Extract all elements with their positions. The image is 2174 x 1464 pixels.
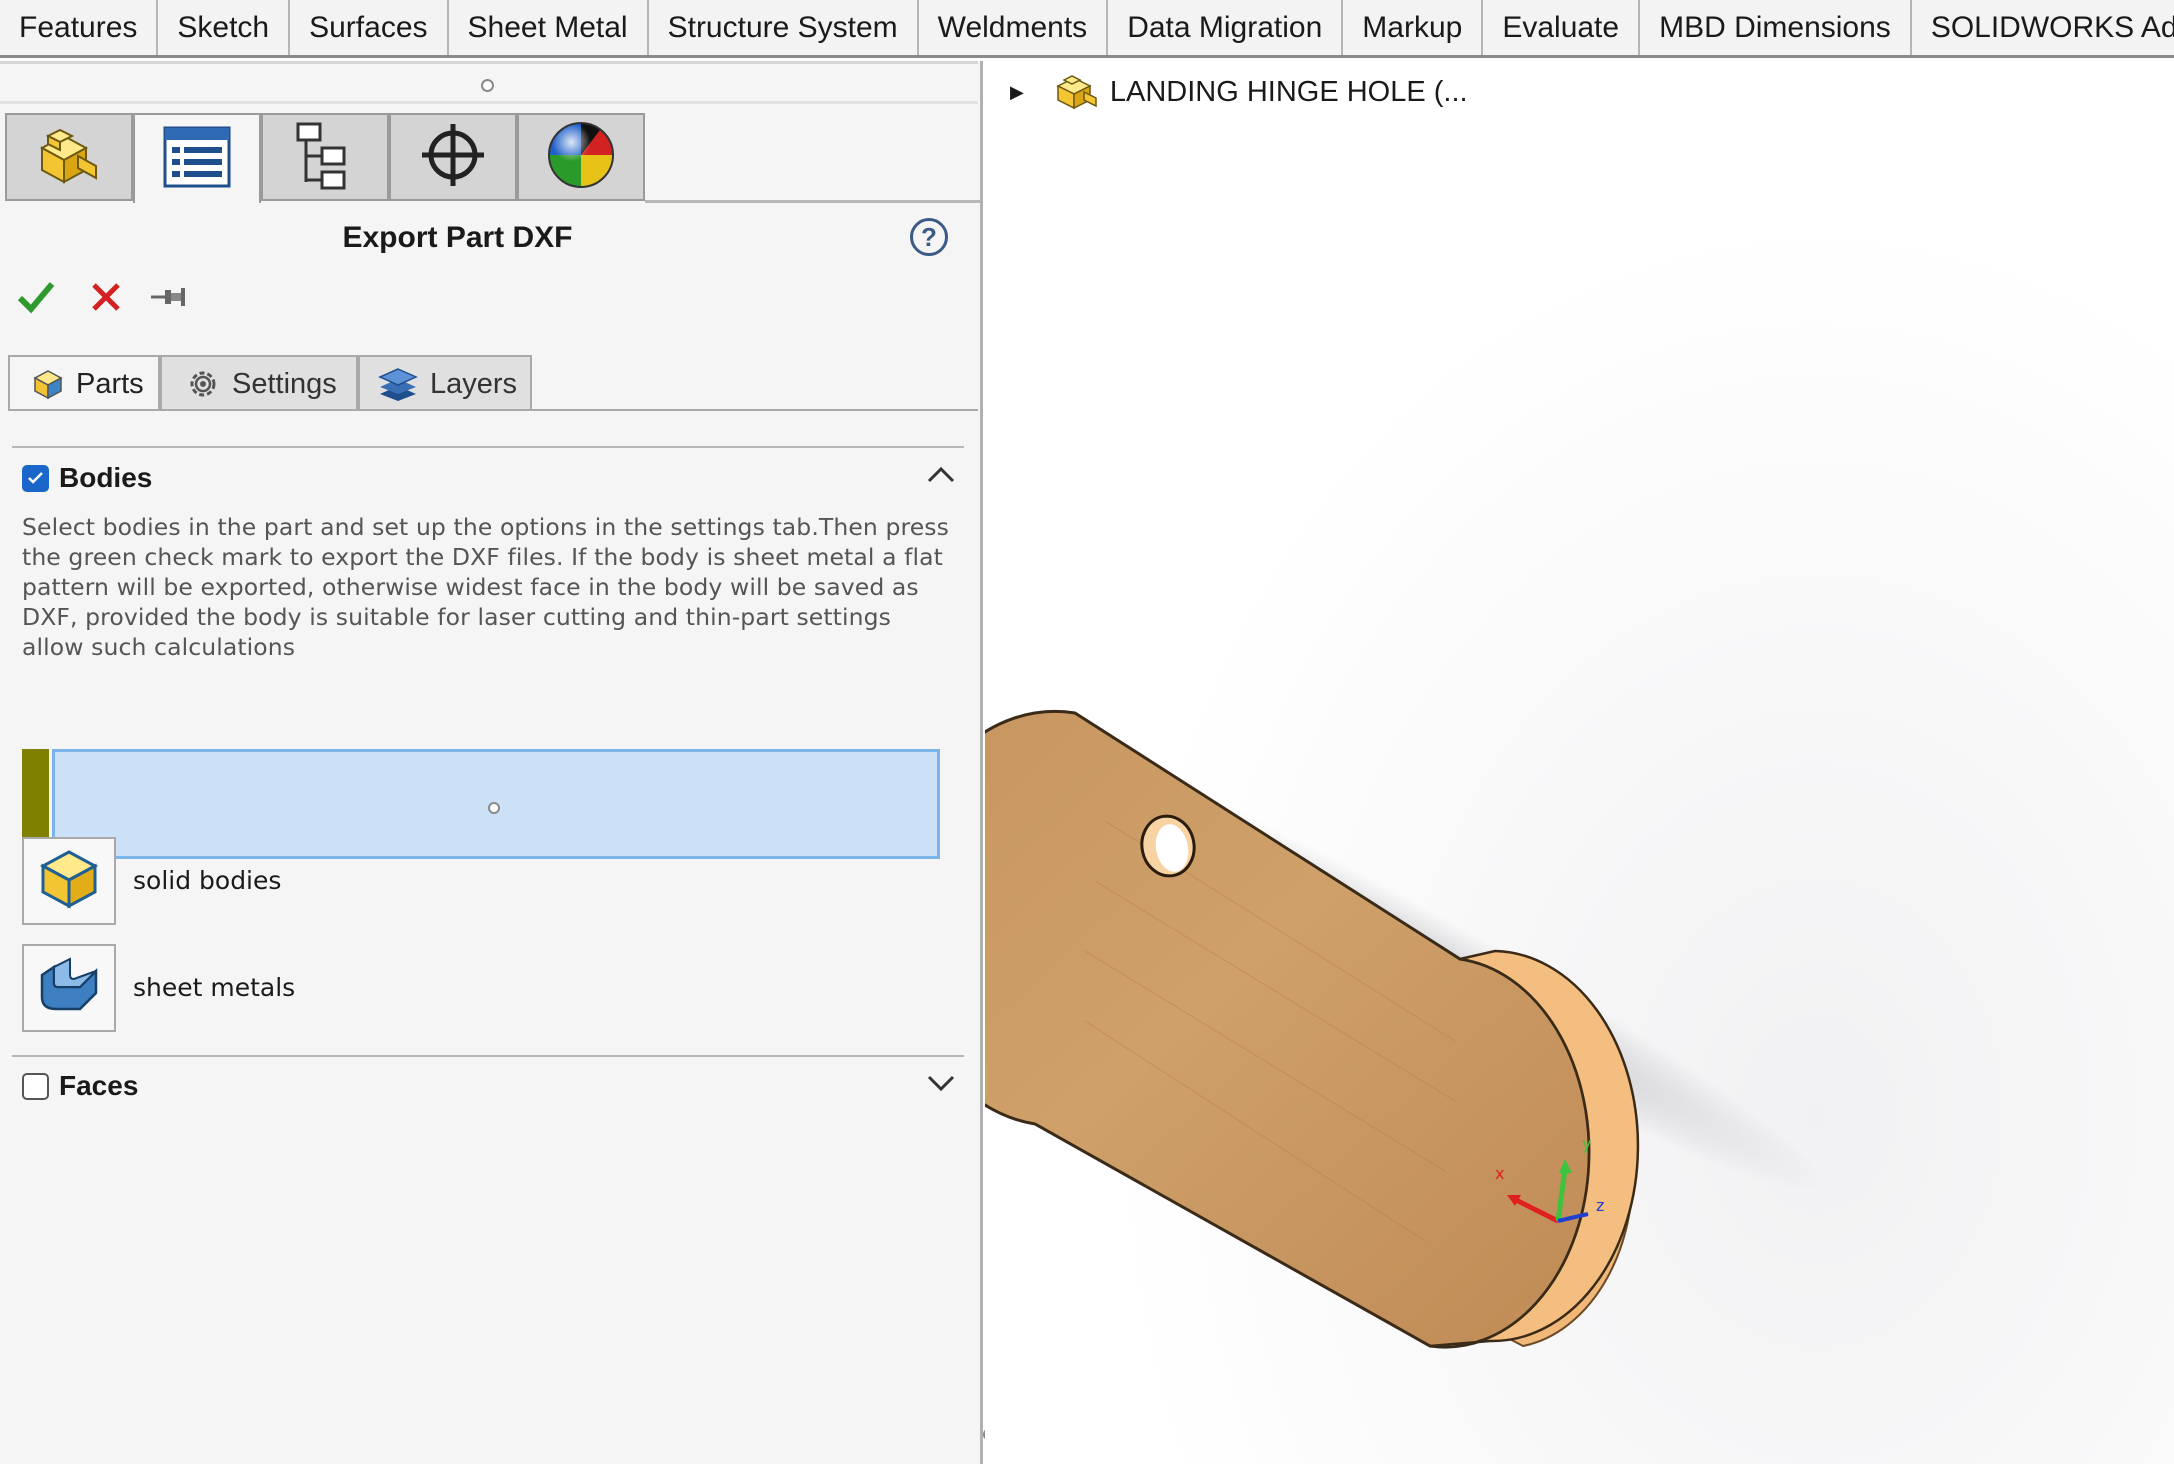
ok-button[interactable] [16,279,56,319]
pin-button[interactable] [148,279,188,319]
propertymanager-tab[interactable] [133,113,261,203]
part-icon [32,368,64,400]
panel-splitter-handle[interactable] [481,79,494,92]
tab-layers[interactable]: Layers [358,355,532,411]
faces-label: Faces [59,1070,139,1101]
panel-divider[interactable] [980,61,983,1464]
configurationmanager-tab[interactable] [261,113,389,201]
tab-settings-label: Settings [232,367,337,400]
chevron-up-icon [926,466,956,488]
gear-icon [186,367,220,401]
tab-data-migration[interactable]: Data Migration [1108,0,1344,55]
solid-bodies-label: solid bodies [133,866,282,895]
bodies-description: Select bodies in the part and set up the… [22,513,949,661]
selection-box-resize-handle[interactable] [488,802,500,814]
tab-weldments[interactable]: Weldments [918,0,1109,55]
tab-parts[interactable]: Parts [8,355,160,411]
expand-faces-button[interactable] [926,1074,956,1099]
sheet-metals-label: sheet metals [133,973,296,1002]
dimxpertmanager-tab-icon [418,120,488,195]
collapse-bodies-button[interactable] [926,464,956,489]
tab-surfaces[interactable]: Surfaces [290,0,449,55]
command-manager-tabs: Features Sketch Surfaces Sheet Metal Str… [0,0,2174,58]
tab-features[interactable]: Features [0,0,159,55]
displaymanager-tab[interactable] [517,113,645,201]
solid-body-icon [38,848,100,915]
featuremanager-tab[interactable] [5,113,133,201]
panel-top-line [0,61,978,64]
bodies-checkbox[interactable] [22,464,49,492]
solid-bodies-button[interactable] [22,837,116,925]
cancel-button[interactable] [86,279,126,319]
page-title: Export Part DXF [342,221,573,254]
dimxpertmanager-tab[interactable] [389,113,517,201]
tab-sketch[interactable]: Sketch [158,0,291,55]
tab-sheet-metal[interactable]: Sheet Metal [448,0,649,55]
featuremanager-tab-icon [34,120,104,195]
hinge-part-model[interactable]: x y z [985,61,2174,1464]
tab-solidworks-add-ins[interactable]: SOLIDWORKS Add-Ins [1911,0,2174,55]
faces-group-border [12,1055,964,1057]
manager-tab-baseline [645,200,980,203]
feature-tree-root[interactable]: ▶ LANDING HINGE HOLE (... [1010,72,1468,112]
tab-parts-label: Parts [76,367,144,400]
svg-text:z: z [1596,1196,1604,1215]
configurationmanager-tab-icon [292,120,358,195]
close-icon [90,281,122,318]
propertymanager-tab-icon [162,125,232,194]
part-icon [1054,72,1098,112]
tab-mbd-dimensions[interactable]: MBD Dimensions [1640,0,1912,55]
feature-tree-root-label: LANDING HINGE HOLE (... [1109,75,1468,108]
expand-arrow-icon[interactable]: ▶ [1010,82,1024,103]
displaymanager-tab-icon [546,120,616,195]
checkmark-icon [17,280,55,319]
sheet-metal-icon [36,956,102,1020]
bodies-group-header[interactable]: Bodies [22,462,152,494]
tab-evaluate[interactable]: Evaluate [1483,0,1641,55]
body-selection-box[interactable] [22,749,940,859]
tab-structure-system[interactable]: Structure System [648,0,919,55]
svg-text:x: x [1495,1164,1504,1183]
panel-splitter-line [0,101,978,104]
help-icon[interactable]: ? [910,218,948,256]
layers-icon [378,366,418,402]
property-manager-panel: Export Part DXF ? Parts Settings Layers … [0,61,980,1464]
pushpin-icon [149,282,187,317]
sheet-metals-button[interactable] [22,944,116,1032]
bodies-label: Bodies [59,462,153,493]
faces-checkbox[interactable] [22,1072,49,1100]
bodies-group-border [12,446,964,448]
svg-text:y: y [1582,1134,1591,1153]
faces-group-header[interactable]: Faces [22,1070,138,1102]
tab-layers-label: Layers [430,367,518,400]
graphics-area[interactable]: x y z [985,61,2174,1464]
model-face [985,709,1591,1349]
tab-markup[interactable]: Markup [1343,0,1484,55]
tab-settings[interactable]: Settings [160,355,358,411]
chevron-down-icon [926,1075,956,1098]
subtab-baseline [8,409,978,411]
